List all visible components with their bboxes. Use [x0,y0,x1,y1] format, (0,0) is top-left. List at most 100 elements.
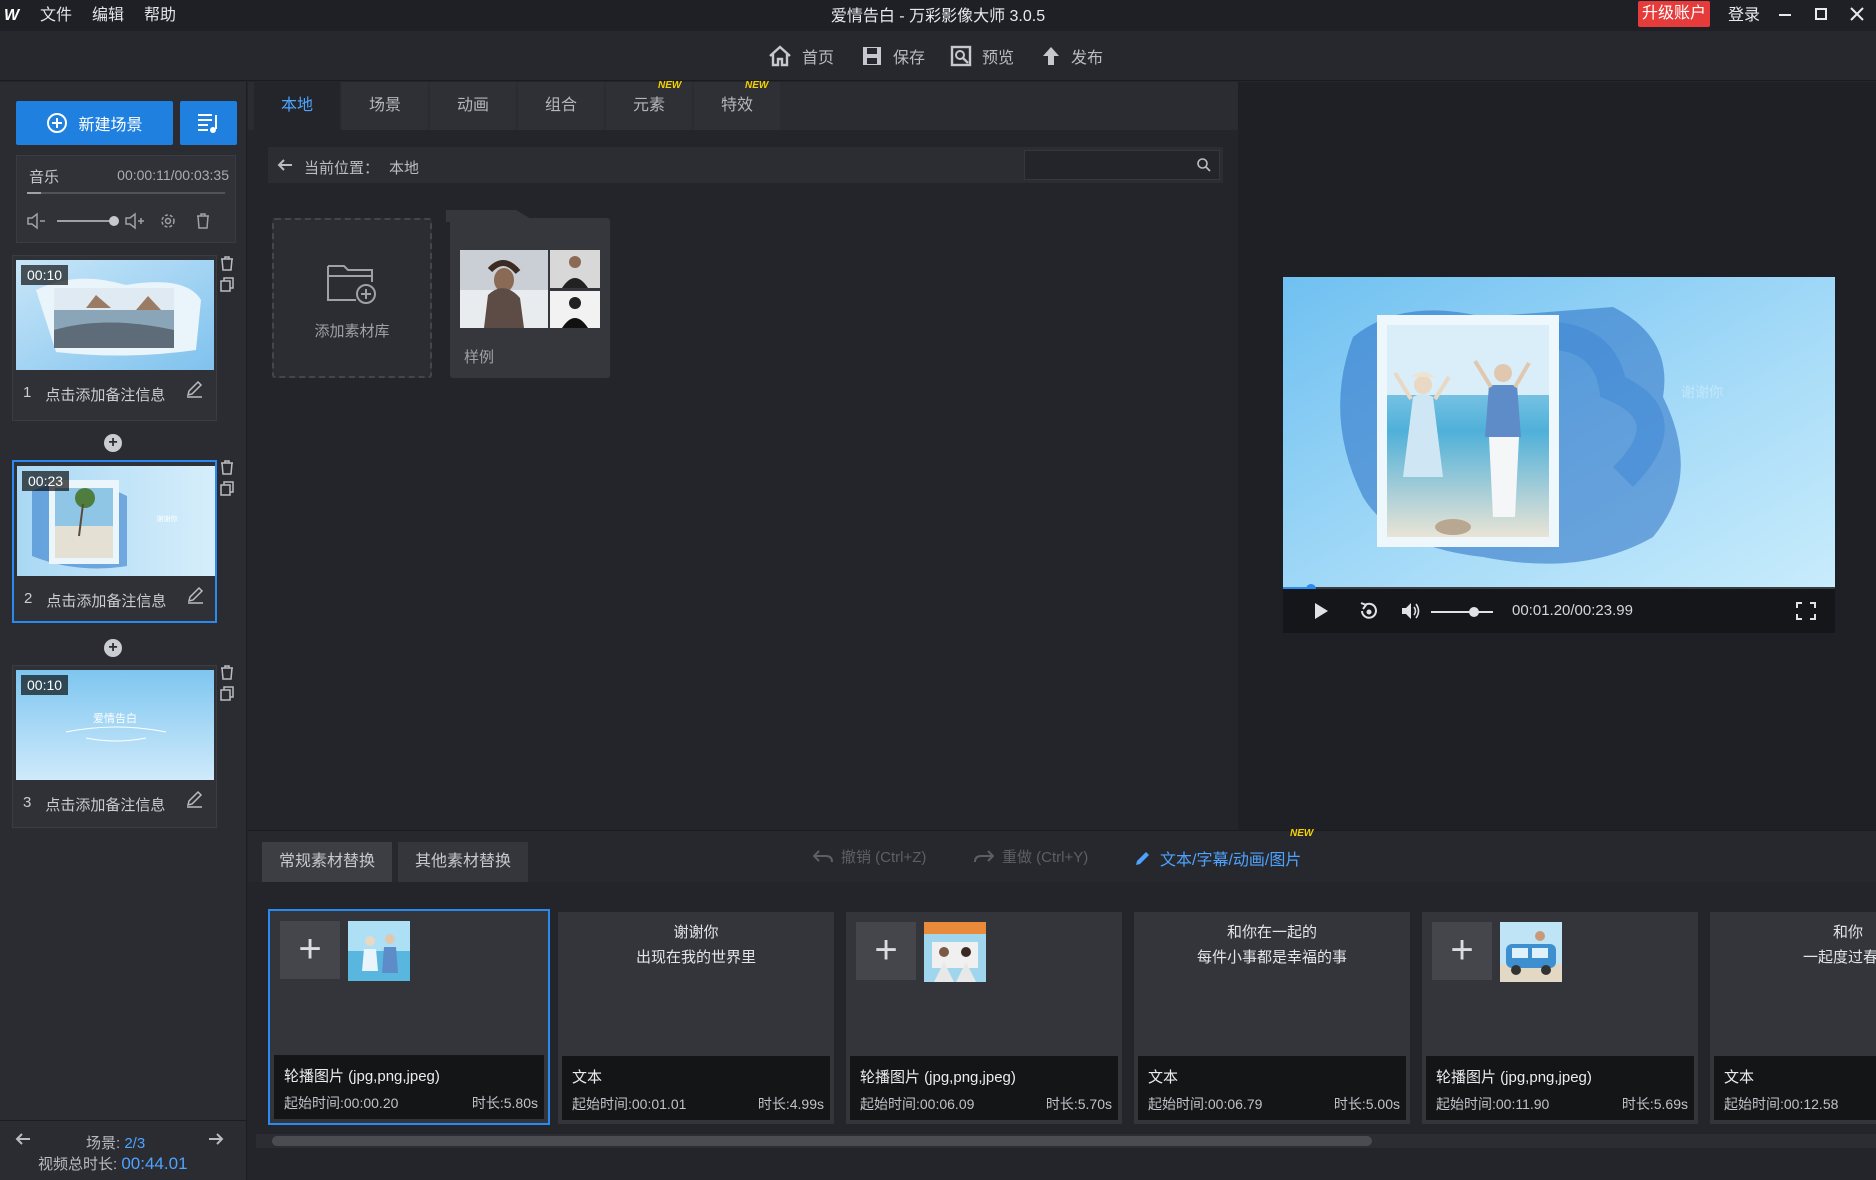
scene-note[interactable]: 点击添加备注信息 [46,590,166,611]
volume-down-icon[interactable] [25,212,47,230]
scene-item-3[interactable]: 爱情告白 00:10 3 点击添加备注信息 [12,665,217,828]
add-library-label: 添加素材库 [314,323,390,340]
scene-thumbnail: 谢谢你 00:23 [17,466,215,576]
card-text-content[interactable]: 谢谢你 出现在我的世界里 [558,920,834,970]
card-text-content[interactable]: 和你一起度过春夏 [1710,920,1876,970]
tab-scenes[interactable]: 场景 [342,82,428,130]
replace-card-image[interactable]: + 轮播图片 (jpg,png,jpeg) 起始时间:00:11.90 时长:5… [1422,912,1698,1124]
maximize-icon[interactable] [1810,5,1832,25]
minimize-icon[interactable] [1774,5,1796,25]
preview-canvas[interactable]: 谢谢你 [1283,277,1835,589]
card-text-content[interactable]: 和你在一起的 每件小事都是幸福的事 [1134,920,1410,970]
next-scene-arrow-icon[interactable] [207,1132,225,1146]
copy-scene-icon[interactable] [220,481,234,496]
save-label: 保存 [893,50,926,67]
edit-note-icon[interactable] [186,586,204,604]
publish-label: 发布 [1071,50,1104,67]
tab-regular-replace[interactable]: 常规素材替换 [262,842,392,882]
music-delete-icon[interactable] [195,212,211,230]
card-text-line: 出现在我的世界里 [635,949,756,966]
edit-note-icon[interactable] [185,380,203,398]
new-badge: NEW [658,80,682,91]
replace-card-text[interactable]: 和你一起度过春夏 文本 起始时间:00:12.58 [1710,912,1876,1124]
prev-scene-arrow-icon[interactable] [14,1132,32,1146]
card-title: 文本 [1724,1069,1755,1086]
scene-note[interactable]: 点击添加备注信息 [45,384,165,405]
text-subtitle-link[interactable]: 文本/字幕/动画/图片 [1134,846,1301,870]
location-label: 当前位置： [304,160,380,177]
scene-note[interactable]: 点击添加备注信息 [45,794,165,815]
add-library-button[interactable]: 添加素材库 [272,218,432,378]
folder-add-icon [326,260,380,306]
preview-button[interactable]: 预览 [950,42,1014,70]
library-search-input[interactable] [1024,150,1220,180]
scene-actions-1 [220,256,234,292]
card-duration: 时长:5.70s [1045,1096,1112,1112]
add-image-button[interactable]: + [280,921,340,979]
scene-index: 1 [23,384,32,401]
window-title: 爱情告白 - 万彩影像大师 3.0.5 [830,8,1046,25]
upgrade-account-button[interactable]: 升级账户 [1638,1,1710,27]
close-icon[interactable] [1846,5,1868,25]
preview-label: 预览 [982,50,1015,67]
scene-counter-label: 场景: [86,1135,125,1152]
back-arrow-icon[interactable] [276,157,294,173]
tab-combination[interactable]: 组合 [518,82,604,130]
folder-tab [446,210,536,222]
card-footer: 轮播图片 (jpg,png,jpeg) 起始时间:00:06.09 时长:5.7… [850,1056,1118,1120]
music-progress-track[interactable] [27,192,225,194]
tab-animation[interactable]: 动画 [430,82,516,130]
sample-folder[interactable]: 样例 [446,210,610,378]
login-button[interactable]: 登录 [1728,0,1760,31]
home-button[interactable]: 首页 [768,42,834,70]
music-list-button[interactable] [180,101,237,145]
music-volume-slider[interactable] [57,220,115,222]
location-value[interactable]: 本地 [389,157,419,178]
player-volume-handle[interactable] [1469,607,1480,617]
delete-scene-icon[interactable] [220,460,234,475]
copy-scene-icon[interactable] [220,686,234,701]
edit-note-icon[interactable] [185,790,203,808]
replace-card-text[interactable]: 谢谢你 出现在我的世界里 文本 起始时间:00:01.01 时长:4.99s [558,912,834,1124]
replace-card-text[interactable]: 和你在一起的 每件小事都是幸福的事 文本 起始时间:00:06.79 时长:5.0… [1134,912,1410,1124]
scene-item-1[interactable]: 00:10 1 点击添加备注信息 [12,255,217,421]
replay-icon[interactable] [1358,601,1380,621]
add-image-button[interactable]: + [1432,922,1492,980]
player-volume-slider[interactable] [1431,611,1493,613]
music-label: 音乐 [29,169,60,186]
tab-other-replace[interactable]: 其他素材替换 [398,842,528,882]
scene-item-2[interactable]: 谢谢你 00:23 2 点击添加备注信息 [12,460,217,623]
undo-button[interactable]: 撤销 (Ctrl+Z) [813,846,926,867]
sample-label: 样例 [464,349,495,366]
replace-card-image[interactable]: + 轮播图片 (jpg,png,jpeg) 起始时间:00:00.20 时长:5… [268,909,550,1125]
cards-scrollbar-thumb[interactable] [272,1136,1372,1146]
delete-scene-icon[interactable] [220,256,234,271]
scene-duration-badge: 00:23 [22,471,70,491]
insert-scene-button[interactable]: + [104,434,122,452]
plus-circle-icon [46,112,68,134]
card-footer: 文本 起始时间:00:12.58 [1714,1056,1876,1120]
copy-scene-icon[interactable] [220,277,234,292]
redo-button[interactable]: 重做 (Ctrl+Y) [974,846,1088,867]
tab-local[interactable]: 本地 [254,82,340,130]
publish-button[interactable]: 发布 [1041,42,1103,70]
volume-icon[interactable] [1400,601,1422,621]
card-image-thumbnail [1500,922,1562,982]
scene-thumbnail: 00:10 [16,260,214,370]
card-start-time: 起始时间:00:00.20 [284,1095,399,1111]
new-scene-button[interactable]: 新建场景 [16,101,173,145]
play-icon[interactable] [1313,602,1329,620]
replace-card-image[interactable]: + 轮播图片 (jpg,png,jpeg) 起始时间:00:06.09 时长:5… [846,912,1122,1124]
search-icon[interactable] [1196,157,1212,173]
music-volume-handle[interactable] [109,216,119,226]
undo-label: 撤销 (Ctrl+Z) [841,849,927,866]
volume-up-icon[interactable] [123,212,145,230]
add-image-button[interactable]: + [856,922,916,980]
save-button[interactable]: 保存 [861,42,925,70]
insert-scene-button[interactable]: + [104,639,122,657]
card-duration: 时长:4.99s [757,1096,824,1112]
delete-scene-icon[interactable] [220,665,234,680]
card-duration: 时长:5.80s [471,1095,538,1111]
fullscreen-icon[interactable] [1796,602,1816,620]
settings-gear-icon[interactable] [159,212,177,230]
